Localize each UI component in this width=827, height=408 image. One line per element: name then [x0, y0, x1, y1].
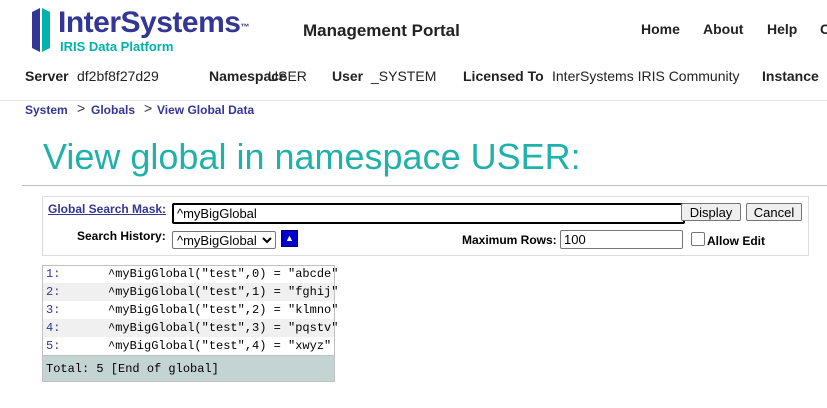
maximum-rows-input[interactable] [560, 230, 683, 249]
row-expression[interactable]: ^myBigGlobal("test",2) = "klmno" [108, 301, 338, 319]
breadcrumb-separator [77, 100, 85, 116]
result-row[interactable]: 4: ^myBigGlobal("test",3) = "pqstv" [42, 319, 338, 337]
row-number: 5: [46, 339, 61, 353]
server-value: df2bf8f27d29 [77, 68, 159, 84]
row-number: 2: [46, 285, 61, 299]
header-divider [0, 100, 827, 101]
title-divider [22, 185, 827, 186]
nav-contact-link[interactable]: C [820, 21, 827, 37]
row-expression[interactable]: ^myBigGlobal("test",0) = "abcde" [108, 265, 338, 283]
row-number: 4: [46, 321, 61, 335]
row-number: 1: [46, 267, 61, 281]
display-button[interactable]: Display [681, 203, 741, 221]
namespace-value[interactable]: USER [268, 68, 307, 84]
results-total: Total: 5 [End of global] [42, 355, 335, 382]
global-search-mask-link[interactable]: Global Search Mask: [48, 202, 166, 216]
result-row[interactable]: 5: ^myBigGlobal("test",4) = "xwyz" [42, 337, 335, 355]
row-expression[interactable]: ^myBigGlobal("test",4) = "xwyz" [108, 337, 331, 355]
user-label: User [332, 68, 364, 84]
allow-edit-label: Allow Edit [707, 234, 765, 248]
logo-wordmark[interactable]: InterSystems™ [58, 6, 249, 40]
user-value: _SYSTEM [371, 68, 437, 84]
cancel-button[interactable]: Cancel [746, 203, 802, 221]
info-bar: Server df2bf8f27d29 Namespace USER User … [0, 60, 827, 94]
breadcrumb-globals[interactable]: Globals [91, 103, 135, 117]
nav-help-link[interactable]: Help [767, 21, 797, 37]
breadcrumb-system[interactable]: System [25, 103, 68, 117]
results-table: 1: ^myBigGlobal("test",0) = "abcde" 2: ^… [42, 265, 338, 382]
double-up-arrow-icon[interactable]: ▲ [281, 230, 298, 247]
row-expression[interactable]: ^myBigGlobal("test",3) = "pqstv" [108, 319, 338, 337]
breadcrumb-separator [144, 100, 152, 116]
result-row[interactable]: 2: ^myBigGlobal("test",1) = "fghij" [42, 283, 338, 301]
portal-title: Management Portal [303, 21, 460, 40]
nav-home-link[interactable]: Home [641, 21, 680, 37]
intersystems-logo-mark [32, 8, 50, 52]
breadcrumb-view-global-data[interactable]: View Global Data [157, 103, 254, 117]
result-row[interactable]: 1: ^myBigGlobal("test",0) = "abcde" [42, 265, 338, 283]
global-search-mask-input[interactable] [172, 203, 685, 224]
result-row[interactable]: 3: ^myBigGlobal("test",2) = "klmno" [42, 301, 338, 319]
search-history-label: Search History: [77, 229, 166, 243]
licensed-value: InterSystems IRIS Community [552, 68, 740, 84]
server-label: Server [25, 68, 69, 84]
logo-subtitle: IRIS Data Platform [60, 39, 174, 54]
page-title: View global in namespace USER: [43, 136, 581, 177]
licensed-label: Licensed To [463, 68, 544, 84]
search-history-select[interactable]: ^myBigGlobal [172, 231, 276, 249]
row-expression[interactable]: ^myBigGlobal("test",1) = "fghij" [108, 283, 338, 301]
nav-about-link[interactable]: About [703, 21, 743, 37]
instance-label: Instance [762, 68, 819, 84]
allow-edit-checkbox[interactable] [691, 232, 705, 246]
row-number: 3: [46, 303, 61, 317]
maximum-rows-label: Maximum Rows: [462, 233, 557, 247]
